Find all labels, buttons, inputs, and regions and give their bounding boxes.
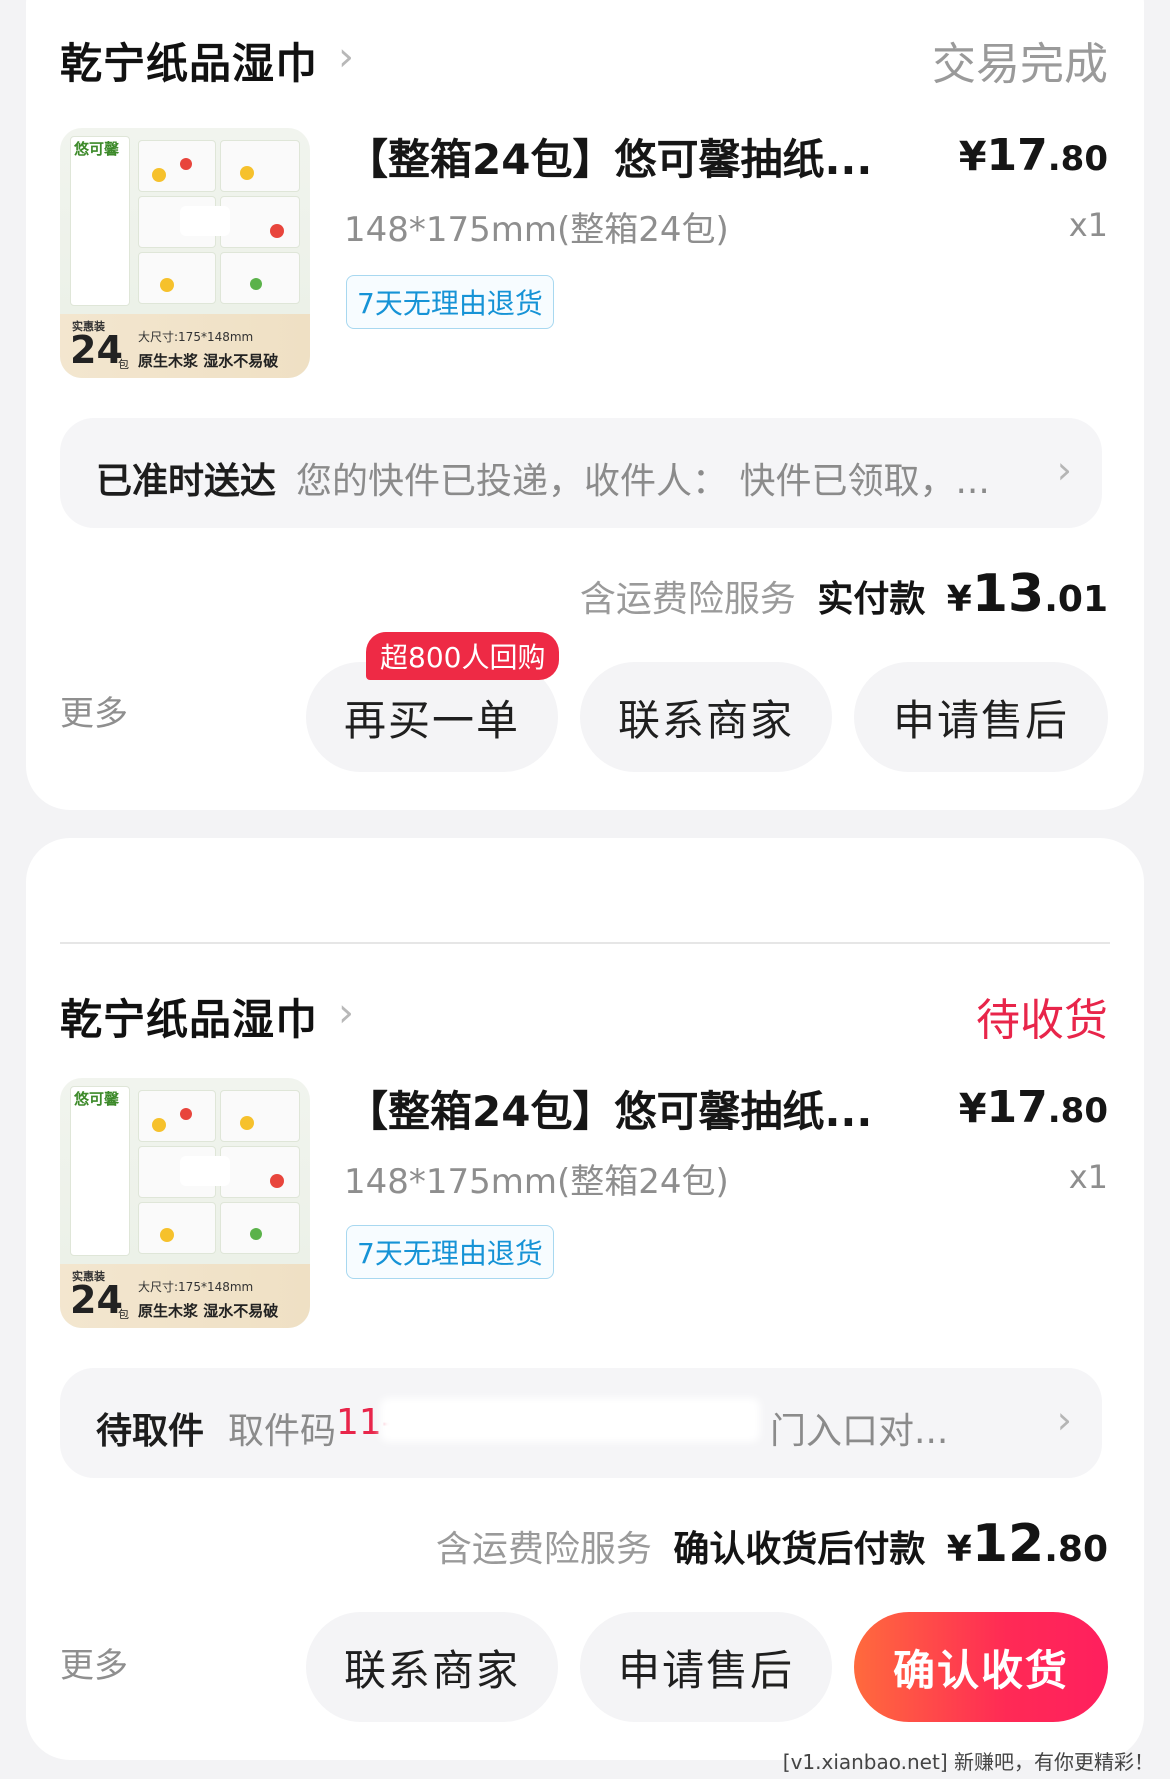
divider xyxy=(60,942,1110,944)
shop-name[interactable]: 乾宁纸品湿巾 xyxy=(60,986,318,1047)
shop-name[interactable]: 乾宁纸品湿巾 xyxy=(60,30,318,91)
price-integer: 17 xyxy=(986,1082,1048,1133)
payment-summary: 含运费险服务 实付款 ¥13.01 xyxy=(580,564,1108,624)
thumb-slogan-text: 原生木浆 湿水不易破 xyxy=(138,1302,279,1320)
chevron-right-icon: › xyxy=(1056,1398,1072,1442)
thumb-count-unit: 包 xyxy=(118,358,129,371)
logistics-bar[interactable]: 待取件 取件码 11- 门入口对... › xyxy=(60,1368,1102,1478)
shipping-insurance-label: 含运费险服务 xyxy=(435,1529,652,1570)
order-status: 交易完成 xyxy=(932,39,1108,90)
contact-seller-button[interactable]: 联系商家 xyxy=(580,662,832,772)
watermark: [v1.xianbao.net] 新赚吧，有你更精彩！ xyxy=(782,1750,1154,1774)
pay-after-receipt-label: 确认收货后付款 xyxy=(673,1529,926,1570)
after-sale-button[interactable]: 申请售后 xyxy=(580,1612,832,1722)
product-spec: 148*175mm(整箱24包) xyxy=(344,1162,729,1202)
amount-integer: 13 xyxy=(971,564,1045,624)
price-decimal: .80 xyxy=(1047,139,1108,179)
logistics-detail: 您的快件已投递，收件人： 快件已领取，... xyxy=(296,461,990,502)
logistics-status: 已准时送达 xyxy=(96,461,277,502)
product-thumbnail[interactable]: 悠可馨 实惠装 24 包 大尺寸:175*148mm 原生木浆 湿水不易破 xyxy=(60,1078,310,1328)
return-policy-tag: 7天无理由退货 xyxy=(346,275,554,329)
product-spec: 148*175mm(整箱24包) xyxy=(344,210,729,250)
payable-amount: ¥12.80 xyxy=(946,1514,1108,1574)
product-title[interactable]: 【整箱24包】悠可馨抽纸... xyxy=(346,1078,936,1139)
amount-symbol: ¥ xyxy=(946,1529,972,1570)
return-policy-tag: 7天无理由退货 xyxy=(346,1225,554,1279)
paid-label: 实付款 xyxy=(817,579,926,620)
price-symbol: ¥ xyxy=(958,134,987,180)
price-integer: 17 xyxy=(986,130,1048,181)
price-symbol: ¥ xyxy=(958,1086,987,1132)
price-decimal: .80 xyxy=(1047,1091,1108,1131)
logistics-detail: 门入口对... xyxy=(770,1411,949,1452)
pickup-code-label: 取件码 xyxy=(228,1411,337,1452)
more-button[interactable]: 更多 xyxy=(60,686,128,735)
logistics-bar[interactable]: 已准时送达 您的快件已投递，收件人： 快件已领取，... › xyxy=(60,418,1102,528)
thumb-count-text: 24 xyxy=(70,328,123,372)
order-status: 待收货 xyxy=(976,995,1108,1046)
thumb-size-text: 大尺寸:175*148mm xyxy=(138,330,254,344)
brand-logo-text: 悠可馨 xyxy=(74,140,120,158)
chevron-right-icon[interactable]: › xyxy=(338,990,354,1036)
amount-integer: 12 xyxy=(971,1514,1045,1574)
more-button[interactable]: 更多 xyxy=(60,1638,128,1687)
product-thumbnail[interactable]: 悠可馨 实惠装 24 包 大尺寸:175*148mm 原生木浆 湿水不易破 xyxy=(60,128,310,378)
chevron-right-icon[interactable]: › xyxy=(338,34,354,80)
product-price: ¥17.80 xyxy=(959,130,1108,181)
payment-summary: 含运费险服务 确认收货后付款 ¥12.80 xyxy=(436,1514,1108,1574)
product-quantity: x1 xyxy=(1068,1158,1108,1196)
amount-decimal: .80 xyxy=(1044,1529,1108,1570)
contact-seller-button[interactable]: 联系商家 xyxy=(306,1612,558,1722)
amount-decimal: .01 xyxy=(1044,579,1108,620)
after-sale-button[interactable]: 申请售后 xyxy=(854,662,1108,772)
amount-symbol: ¥ xyxy=(946,579,972,620)
redacted-block xyxy=(380,1398,760,1442)
brand-logo-text: 悠可馨 xyxy=(74,1090,120,1108)
product-quantity: x1 xyxy=(1068,206,1108,244)
thumb-slogan-text: 原生木浆 湿水不易破 xyxy=(138,352,279,370)
paid-amount: ¥13.01 xyxy=(946,564,1108,624)
shipping-insurance-label: 含运费险服务 xyxy=(579,579,796,620)
repurchase-badge: 超800人回购 xyxy=(366,632,560,680)
order-card: 乾宁纸品湿巾 › 待收货 悠可馨 实惠装 24 包 大尺寸:175*148mm … xyxy=(26,838,1144,1760)
thumb-count-unit: 包 xyxy=(118,1308,129,1321)
thumb-size-text: 大尺寸:175*148mm xyxy=(138,1280,254,1294)
product-price: ¥17.80 xyxy=(959,1082,1108,1133)
product-title[interactable]: 【整箱24包】悠可馨抽纸... xyxy=(346,126,936,187)
order-card: 乾宁纸品湿巾 › 交易完成 悠可馨 实惠装 24 包 大尺寸:175*148mm… xyxy=(26,0,1144,810)
chevron-right-icon: › xyxy=(1056,448,1072,492)
logistics-status: 待取件 xyxy=(96,1411,205,1452)
thumb-count-text: 24 xyxy=(70,1278,123,1322)
confirm-receipt-button[interactable]: 确认收货 xyxy=(854,1612,1108,1722)
